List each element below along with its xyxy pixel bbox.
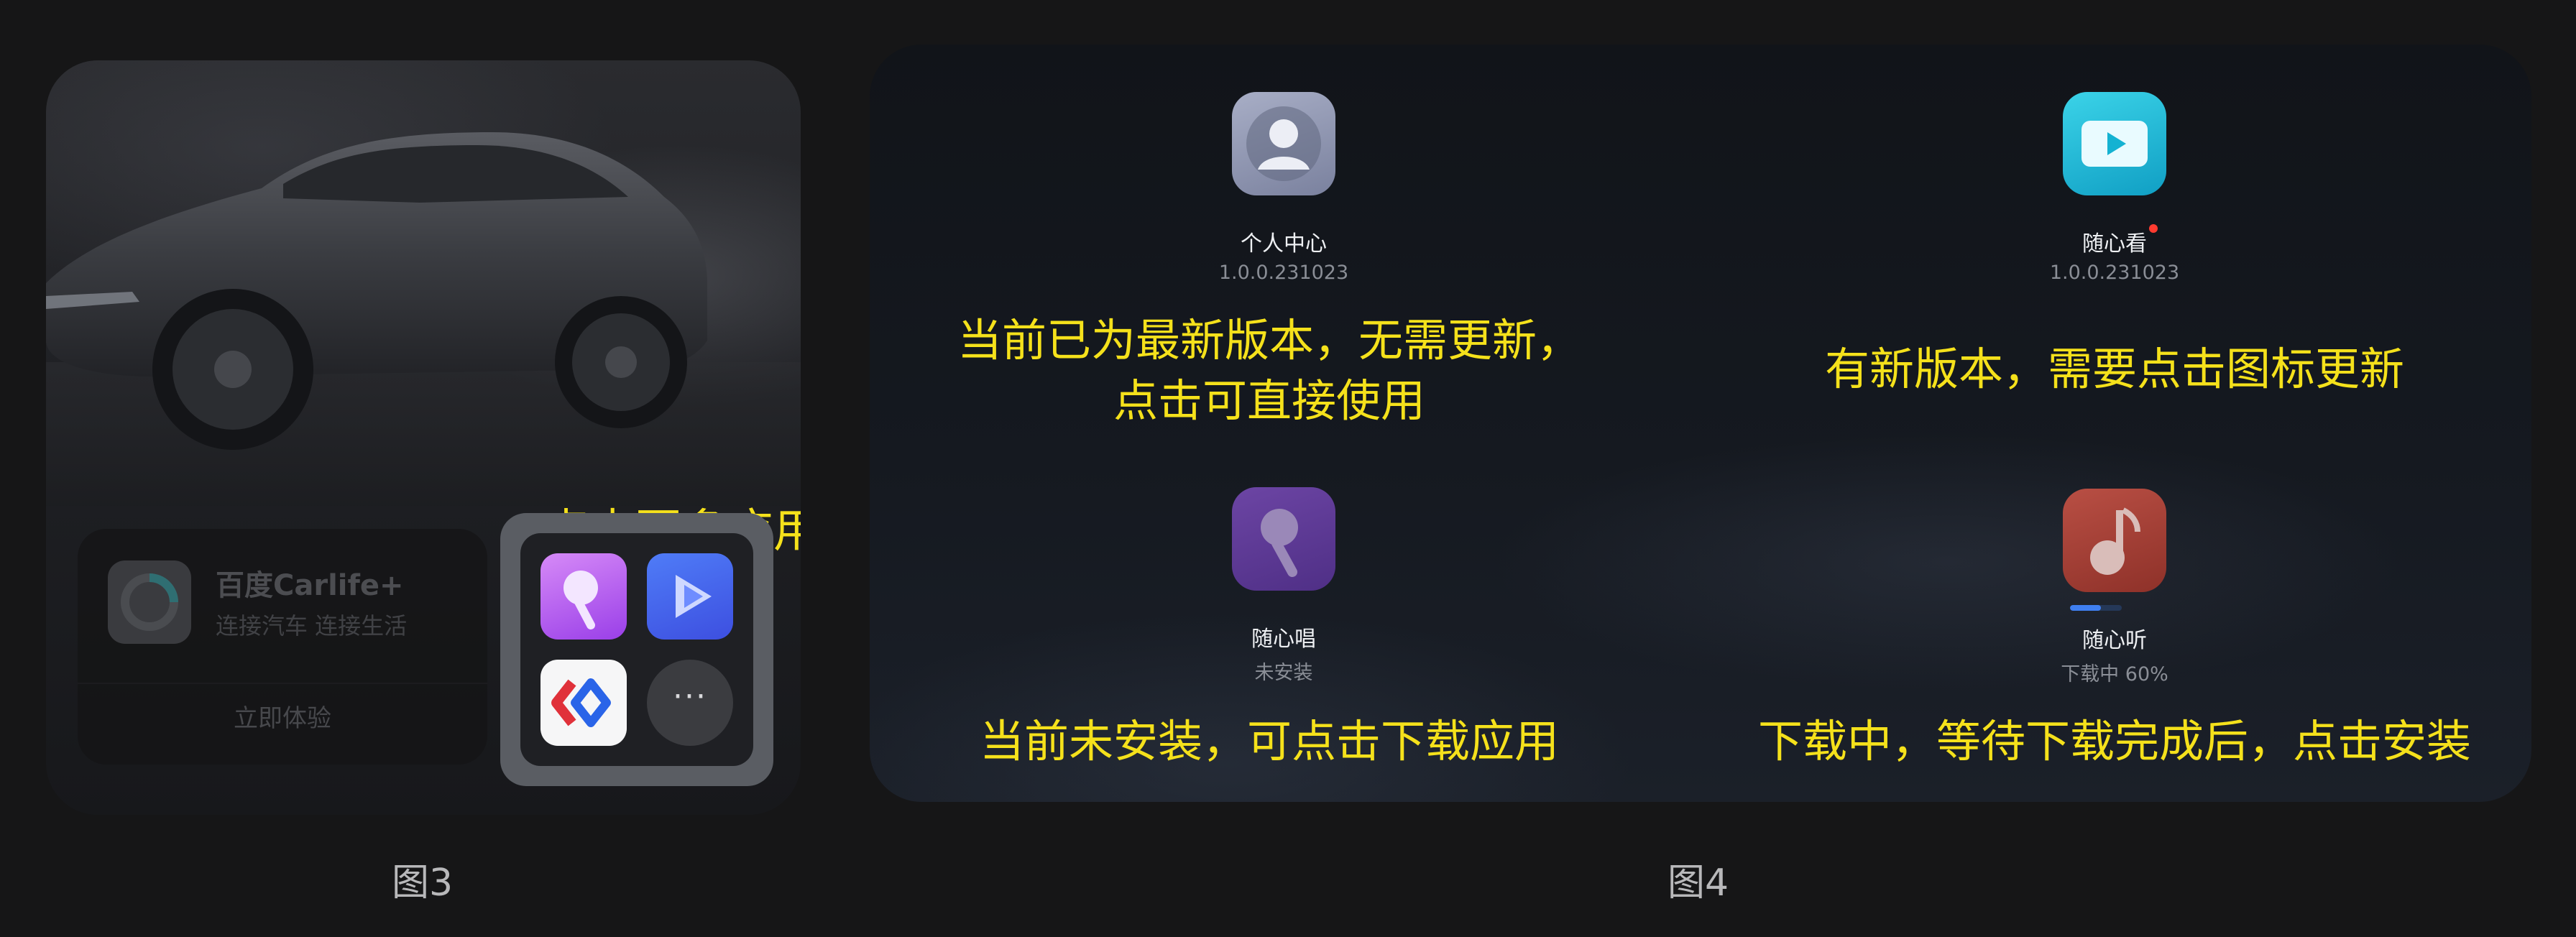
note-line: 点击可直接使用 [1113,374,1425,427]
more-apps-button[interactable]: ··· [500,513,773,786]
app-version: 1.0.0.231023 [2049,262,2180,284]
note-line: 当前已为最新版本，无需更新， [957,314,1581,366]
carlife-subtitle: 连接汽车 连接生活 [216,612,408,640]
more-dots-icon[interactable]: ··· [647,660,733,746]
not-installed-note: 当前未安装，可点击下载应用 [979,715,1559,767]
person-icon[interactable] [1232,92,1335,195]
app-name: 个人中心 [1241,231,1327,257]
carlife-logo-icon [108,560,191,644]
carlife-card[interactable]: 百度Carlife+ 连接汽车 连接生活 立即体验 [78,529,487,765]
app-status-panel: 个人中心 1.0.0.231023 随心看 1.0.0.231023 随心唱 未… [870,45,2531,802]
download-progress-fill [2070,605,2102,611]
car-image [46,132,801,506]
app-version: 1.0.0.231023 [1218,262,1349,284]
app-status: 下载中 60% [2061,663,2168,686]
try-now-button[interactable]: 立即体验 [78,698,487,734]
app-name: 随心唱 [1251,627,1316,652]
carlife-home-panel: 点击更多应用 百度Carlife+ 连接汽车 连接生活 立即体验 [46,60,801,815]
latest-version-note: 当前已为最新版本，无需更新， 点击可直接使用 [910,310,1629,431]
carlife-title: 百度Carlife+ [216,569,404,602]
app-name: 随心看 [2082,231,2147,257]
downloading-note: 下载中，等待下载完成后，点击安装 [1757,715,2471,767]
app-grid: ··· [520,533,753,766]
update-available-note: 有新版本，需要点击图标更新 [1824,343,2404,395]
update-dot-badge [2149,224,2158,233]
video-app-icon[interactable] [647,553,733,640]
download-progress-bar [2070,605,2122,611]
figure-label: 图3 [392,862,454,905]
microphone-icon[interactable] [1232,487,1335,591]
carlife-app-icon[interactable] [540,660,627,746]
video-play-icon[interactable] [2063,92,2166,195]
music-note-icon[interactable] [2063,489,2166,592]
app-status: 未安装 [1254,662,1313,684]
sing-app-icon[interactable] [540,553,627,640]
divider [78,683,487,684]
figure-label: 图4 [1668,862,1729,905]
app-name: 随心听 [2082,628,2147,653]
